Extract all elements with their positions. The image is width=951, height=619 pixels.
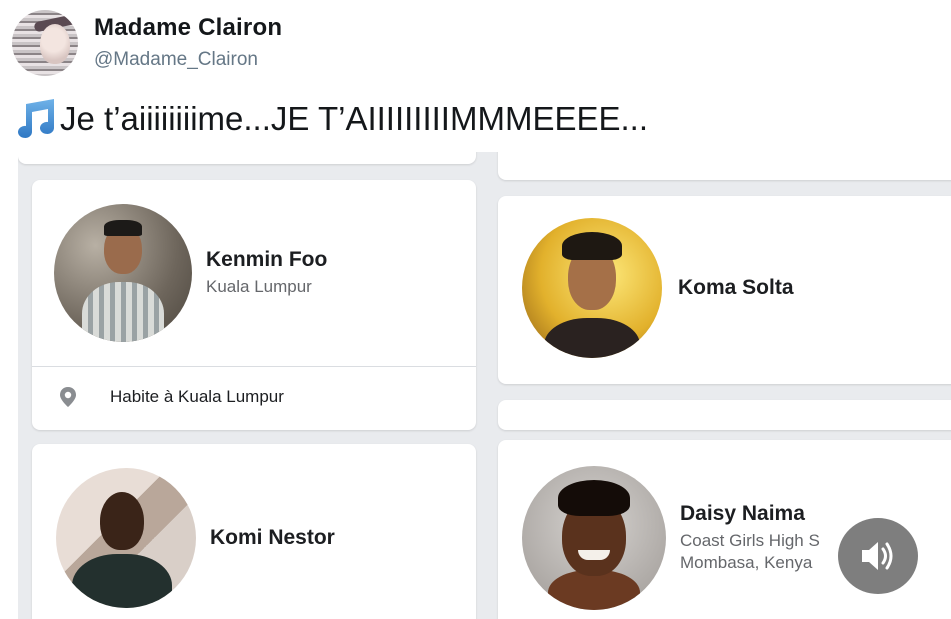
profile-name[interactable]: Kenmin Foo <box>206 248 327 272</box>
embedded-screenshot: Kenmin Foo Kuala Lumpur Habite à Kuala L… <box>18 152 951 619</box>
card-sliver-left <box>18 152 476 164</box>
location-pin-icon <box>60 387 76 407</box>
profile-location: Kuala Lumpur <box>206 276 312 296</box>
profile-photo[interactable] <box>522 466 666 610</box>
card-sliver-middle <box>498 400 951 430</box>
profile-photo[interactable] <box>522 218 662 358</box>
profile-photo[interactable] <box>54 204 192 342</box>
tweet-text: Je t’aiiiiiiiime...JE T’AIIIIIIIIIMMMEEE… <box>12 98 648 140</box>
profile-detail-row: Habite à Kuala Lumpur <box>58 386 284 408</box>
speaker-icon <box>862 542 893 570</box>
card-divider <box>32 366 476 367</box>
profile-name[interactable]: Komi Nestor <box>210 526 335 550</box>
avatar-face <box>40 24 70 64</box>
profile-location: Mombasa, Kenya <box>680 553 813 572</box>
user-handle[interactable]: @Madame_Clairon <box>94 49 258 71</box>
tweet-message: Je t’aiiiiiiiime...JE T’AIIIIIIIIIMMMEEE… <box>60 100 648 137</box>
profile-name[interactable]: Koma Solta <box>678 276 794 300</box>
profile-name[interactable]: Daisy Naima <box>680 502 820 526</box>
card-sliver-right <box>498 152 951 180</box>
profile-card-koma-solta[interactable]: Koma Solta <box>498 196 951 384</box>
sound-toggle-button[interactable] <box>838 518 918 594</box>
music-notes-icon <box>18 99 55 138</box>
profile-detail-text: Habite à Kuala Lumpur <box>110 387 284 406</box>
user-avatar[interactable] <box>12 10 78 76</box>
profile-card-komi-nestor[interactable]: Komi Nestor <box>32 444 476 619</box>
profile-school: Coast Girls High S <box>680 530 820 550</box>
profile-photo[interactable] <box>56 468 196 608</box>
profile-card-kenmin-foo[interactable]: Kenmin Foo Kuala Lumpur Habite à Kuala L… <box>32 180 476 430</box>
display-name[interactable]: Madame Clairon <box>94 14 282 42</box>
